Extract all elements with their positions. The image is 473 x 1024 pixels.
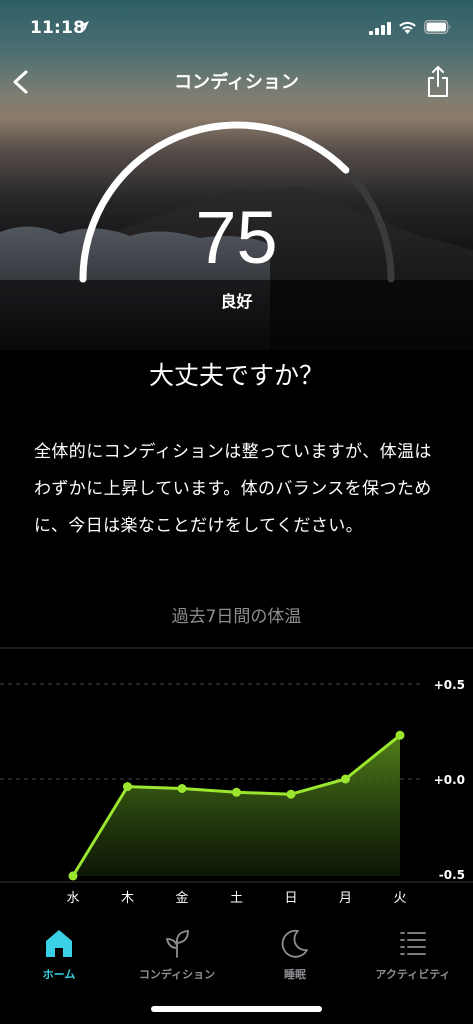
- chart-x-tick-label: 木: [121, 891, 134, 906]
- chart-x-tick-label: 金: [175, 890, 188, 906]
- home-indicator: [151, 1006, 322, 1012]
- chart-data-point: [177, 784, 187, 793]
- chart-x-tick-label: 月: [339, 891, 352, 906]
- wifi-icon: [399, 21, 416, 34]
- tab-home-label: ホーム: [42, 968, 76, 981]
- chart-data-point: [68, 871, 78, 881]
- chart-data-point: [395, 730, 405, 740]
- chart-x-tick-label: 土: [230, 891, 243, 906]
- chart-data-point: [286, 789, 296, 799]
- chart-x-tick-label: 日: [284, 891, 297, 906]
- sprout-icon: [165, 930, 189, 958]
- tab-activity[interactable]: アクティビティ: [354, 926, 472, 986]
- status-time: 11:18: [30, 18, 86, 38]
- chart-x-tick-label: 水: [66, 891, 79, 906]
- location-arrow-icon: [79, 21, 89, 31]
- chart-data-point: [232, 787, 241, 797]
- condition-score: 75: [195, 196, 278, 279]
- chart-area-fill: [73, 735, 400, 876]
- share-button[interactable]: [423, 64, 453, 100]
- tab-condition-label: コンディション: [138, 968, 216, 981]
- page-title: コンディション: [174, 72, 299, 93]
- temperature-chart: +0.5 +0.0 -0.5 水 木 金 土 日 月 火: [0, 647, 473, 906]
- cellular-signal-icon: [369, 22, 391, 35]
- chart-y-tick-label: +0.0: [434, 773, 465, 787]
- home-icon: [46, 930, 72, 957]
- condition-status-label: 良好: [220, 292, 253, 311]
- battery-icon: [424, 20, 451, 34]
- condition-headline: 大丈夫ですか？: [148, 361, 324, 390]
- chart-y-tick-label: -0.5: [439, 868, 465, 882]
- condition-message: 全体的にコンディションは整っていますが、体温はわずかに上昇しています。体のバラン…: [34, 442, 432, 536]
- chart-title: 過去7日間の体温: [171, 607, 302, 627]
- chart-data-point: [341, 774, 350, 784]
- moon-icon: [281, 929, 308, 958]
- activity-list-icon: [400, 932, 426, 955]
- chart-y-tick-label: +0.5: [434, 678, 465, 692]
- status-bar: 11:18: [0, 0, 473, 56]
- tab-condition[interactable]: コンディション: [118, 926, 236, 986]
- tab-home[interactable]: ホーム: [0, 926, 118, 986]
- chart-data-point: [123, 782, 132, 792]
- tab-sleep-label: 睡眠: [284, 968, 306, 981]
- chart-x-tick-label: 火: [393, 891, 406, 906]
- tab-sleep[interactable]: 睡眠: [236, 926, 354, 986]
- tab-activity-label: アクティビティ: [375, 968, 451, 981]
